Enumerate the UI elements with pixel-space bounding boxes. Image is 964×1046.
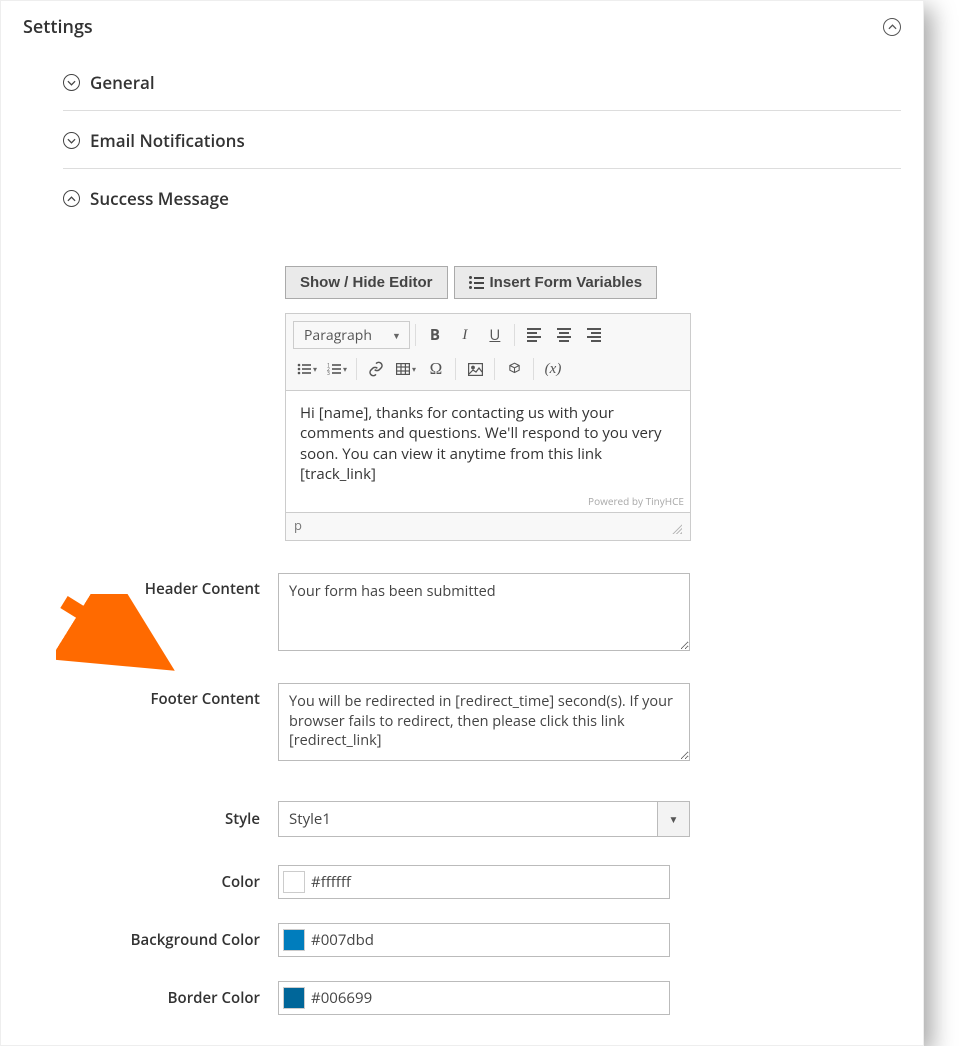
variable-button[interactable]: (x) [539, 355, 567, 383]
color-swatch[interactable] [283, 871, 305, 893]
field-label: Color [63, 872, 278, 892]
table-button[interactable] [392, 355, 420, 383]
field-label: Background Color [63, 930, 278, 950]
editor-statusbar: p [286, 512, 690, 540]
numbered-list-button[interactable]: 123 [323, 355, 351, 383]
section-label: Success Message [90, 187, 229, 210]
bg-color-input[interactable] [309, 928, 665, 952]
svg-text:3: 3 [327, 371, 330, 375]
color-swatch[interactable] [283, 929, 305, 951]
link-button[interactable] [362, 355, 390, 383]
special-char-button[interactable]: Ω [422, 355, 450, 383]
chevron-up-icon [63, 190, 80, 207]
panel-header: Settings [1, 1, 923, 53]
button-label: Show / Hide Editor [300, 274, 433, 291]
header-content-row: Header Content [63, 573, 901, 651]
format-dropdown[interactable]: Paragraph ▼ [293, 321, 410, 349]
border-color-picker[interactable] [278, 981, 670, 1015]
header-content-input[interactable] [278, 573, 690, 651]
toggle-editor-button[interactable]: Show / Hide Editor [285, 266, 448, 299]
align-center-button[interactable] [550, 321, 578, 349]
element-path: p [294, 516, 302, 534]
format-label: Paragraph [304, 326, 372, 345]
field-label: Footer Content [63, 683, 278, 709]
separator [494, 358, 495, 380]
section-success-message[interactable]: Success Message [63, 169, 901, 226]
section-email-notifications[interactable]: Email Notifications [63, 111, 901, 169]
widget-button[interactable] [500, 355, 528, 383]
footer-content-row: Footer Content [63, 683, 901, 761]
color-picker[interactable] [278, 865, 670, 899]
border-color-input[interactable] [309, 986, 665, 1010]
sections-container: General Email Notifications Success Mess… [1, 53, 923, 1045]
color-row: Color [63, 865, 901, 899]
button-label: Insert Form Variables [490, 274, 643, 291]
bg-color-picker[interactable] [278, 923, 670, 957]
bold-button[interactable]: B [421, 321, 449, 349]
insert-variables-button[interactable]: Insert Form Variables [454, 266, 658, 299]
section-general[interactable]: General [63, 53, 901, 111]
chevron-down-icon [63, 132, 80, 149]
color-swatch[interactable] [283, 987, 305, 1009]
rich-text-editor: Paragraph ▼ B I U [285, 313, 691, 541]
section-label: Email Notifications [90, 129, 245, 152]
section-label: General [90, 71, 155, 94]
bullet-list-button[interactable] [293, 355, 321, 383]
caret-icon: ▼ [392, 329, 401, 342]
resize-handle-icon[interactable] [670, 522, 682, 534]
powered-by-label: Powered by TinyHCE [286, 492, 690, 512]
chevron-down-icon [63, 74, 80, 91]
color-input[interactable] [309, 870, 665, 894]
panel-title: Settings [23, 15, 93, 39]
field-label: Style [63, 809, 278, 829]
field-label: Header Content [63, 573, 278, 599]
align-right-button[interactable] [580, 321, 608, 349]
separator [356, 358, 357, 380]
separator [533, 358, 534, 380]
style-row: Style Style1 ▼ [63, 801, 901, 837]
collapse-panel-icon[interactable] [883, 18, 901, 36]
separator [415, 324, 416, 346]
editor-top-buttons: Show / Hide Editor Insert Form Variables [285, 266, 901, 299]
footer-content-input[interactable] [278, 683, 690, 761]
bg-color-row: Background Color [63, 923, 901, 957]
list-icon [469, 276, 484, 289]
separator [455, 358, 456, 380]
editor-text: Hi [name], thanks for contacting us with… [300, 403, 676, 484]
field-label: Border Color [63, 988, 278, 1008]
success-message-form: Show / Hide Editor Insert Form Variables [63, 226, 901, 1015]
italic-button[interactable]: I [451, 321, 479, 349]
border-color-row: Border Color [63, 981, 901, 1015]
select-value: Style1 [278, 801, 658, 837]
image-button[interactable] [461, 355, 489, 383]
separator [514, 324, 515, 346]
style-select[interactable]: Style1 ▼ [278, 801, 690, 837]
select-caret-icon[interactable]: ▼ [658, 801, 690, 837]
editor-toolbar: Paragraph ▼ B I U [286, 314, 690, 391]
editor-content-area[interactable]: Hi [name], thanks for contacting us with… [286, 391, 690, 492]
settings-panel: Settings General Email Notifications Suc… [0, 0, 924, 1046]
underline-button[interactable]: U [481, 321, 509, 349]
align-left-button[interactable] [520, 321, 548, 349]
